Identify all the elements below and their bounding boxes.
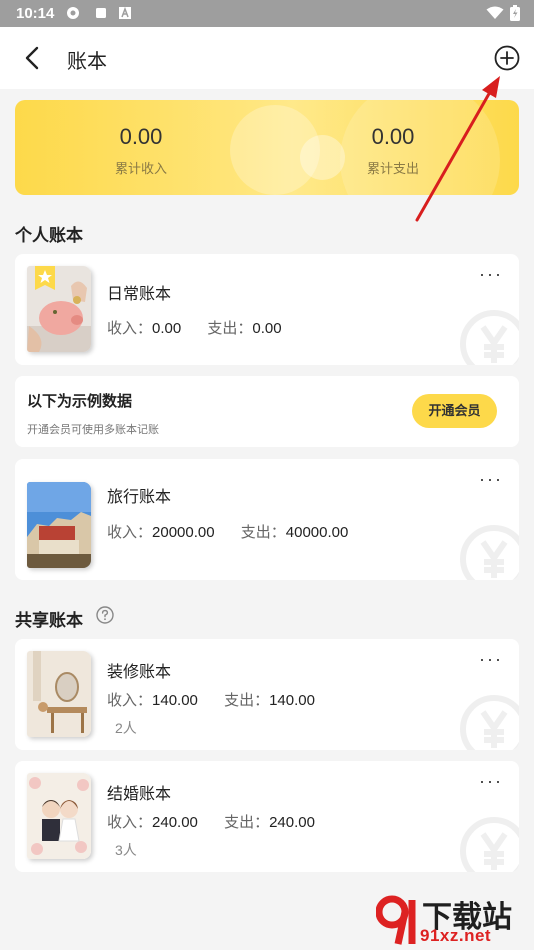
book-amounts: 收入：140.00 支出：140.00 <box>107 689 315 710</box>
expense-label: 支出： <box>207 320 253 337</box>
total-income: 0.00 累计收入 <box>61 124 221 177</box>
square-status-icon <box>96 8 106 18</box>
settings-status-icon <box>67 7 79 19</box>
more-options-icon[interactable]: ··· <box>479 469 503 490</box>
income-value: 0.00 <box>152 320 182 337</box>
expense-label: 支出： <box>224 814 270 831</box>
income-label: 收入： <box>107 524 153 541</box>
expense-value: 0.00 <box>252 320 282 337</box>
app-bar: 账本 <box>0 27 534 89</box>
total-expense-label: 累计支出 <box>366 161 419 176</box>
income-label: 收入： <box>107 814 153 831</box>
book-amounts: 收入：0.00 支出：0.00 <box>107 317 282 338</box>
renovation-cover <box>27 651 91 737</box>
expense-label: 支出： <box>224 692 270 709</box>
open-membership-button[interactable]: 开通会员 <box>412 394 497 428</box>
star-badge-icon <box>35 266 55 290</box>
travel-cover <box>27 482 91 568</box>
total-income-label: 累计收入 <box>114 161 167 176</box>
page-title: 账本 <box>67 51 107 73</box>
expense-value: 240.00 <box>269 814 315 831</box>
more-options-icon[interactable]: ··· <box>479 264 503 285</box>
wedding-cover <box>27 773 91 859</box>
piggy-bank-cover <box>27 266 91 352</box>
summary-card: 0.00 累计收入 0.00 累计支出 <box>15 100 519 195</box>
book-name: 结婚账本 <box>107 786 172 803</box>
sample-notice-subtitle: 开通会员可使用多账本记账 <box>27 424 159 436</box>
status-bar: 10:14 <box>0 0 534 27</box>
income-label: 收入： <box>107 320 153 337</box>
add-book-icon[interactable] <box>492 43 522 73</box>
income-label: 收入： <box>107 692 153 709</box>
income-value: 140.00 <box>152 692 198 709</box>
battery-icon <box>510 5 520 21</box>
book-amounts: 收入：240.00 支出：240.00 <box>107 811 315 832</box>
book-card-daily[interactable]: 日常账本 收入：0.00 支出：0.00 ··· <box>15 254 519 365</box>
total-expense-value: 0.00 <box>371 124 415 149</box>
watermark-url: 91xz.net <box>420 926 492 945</box>
yen-watermark-icon <box>460 817 519 872</box>
book-name: 旅行账本 <box>107 489 172 506</box>
site-watermark-logo: 下载站 91xz.net <box>374 890 534 950</box>
wifi-icon <box>486 6 504 19</box>
back-arrow-icon[interactable] <box>18 43 48 73</box>
income-value: 20000.00 <box>152 524 215 541</box>
yen-watermark-icon <box>460 695 519 750</box>
book-card-travel[interactable]: 旅行账本 收入：20000.00 支出：40000.00 ··· <box>15 459 519 580</box>
book-amounts: 收入：20000.00 支出：40000.00 <box>107 521 348 542</box>
book-name: 装修账本 <box>107 664 172 681</box>
income-value: 240.00 <box>152 814 198 831</box>
expense-value: 140.00 <box>269 692 315 709</box>
yen-watermark-icon <box>460 525 519 580</box>
a-status-icon <box>119 6 131 19</box>
book-card-wedding[interactable]: 结婚账本 收入：240.00 支出：240.00 3人 ··· <box>15 761 519 872</box>
sample-data-notice: 以下为示例数据 开通会员可使用多账本记账 开通会员 <box>15 376 519 447</box>
status-time: 10:14 <box>16 5 55 22</box>
expense-label: 支出： <box>240 524 286 541</box>
total-income-value: 0.00 <box>119 124 163 149</box>
personal-books-title: 个人账本 <box>15 226 83 245</box>
expense-value: 40000.00 <box>285 524 349 541</box>
watermark-91-logo-icon <box>376 895 416 945</box>
more-options-icon[interactable]: ··· <box>479 771 503 792</box>
member-count: 3人 <box>115 842 137 858</box>
total-expense: 0.00 累计支出 <box>313 124 473 177</box>
question-icon[interactable] <box>96 606 114 624</box>
shared-books-title: 共享账本 <box>15 611 83 630</box>
yen-watermark-icon <box>460 310 519 365</box>
more-options-icon[interactable]: ··· <box>479 649 503 670</box>
sample-notice-title: 以下为示例数据 <box>27 393 133 410</box>
member-count: 2人 <box>115 720 137 736</box>
book-card-renovation[interactable]: 装修账本 收入：140.00 支出：140.00 2人 ··· <box>15 639 519 750</box>
book-name: 日常账本 <box>107 286 172 303</box>
